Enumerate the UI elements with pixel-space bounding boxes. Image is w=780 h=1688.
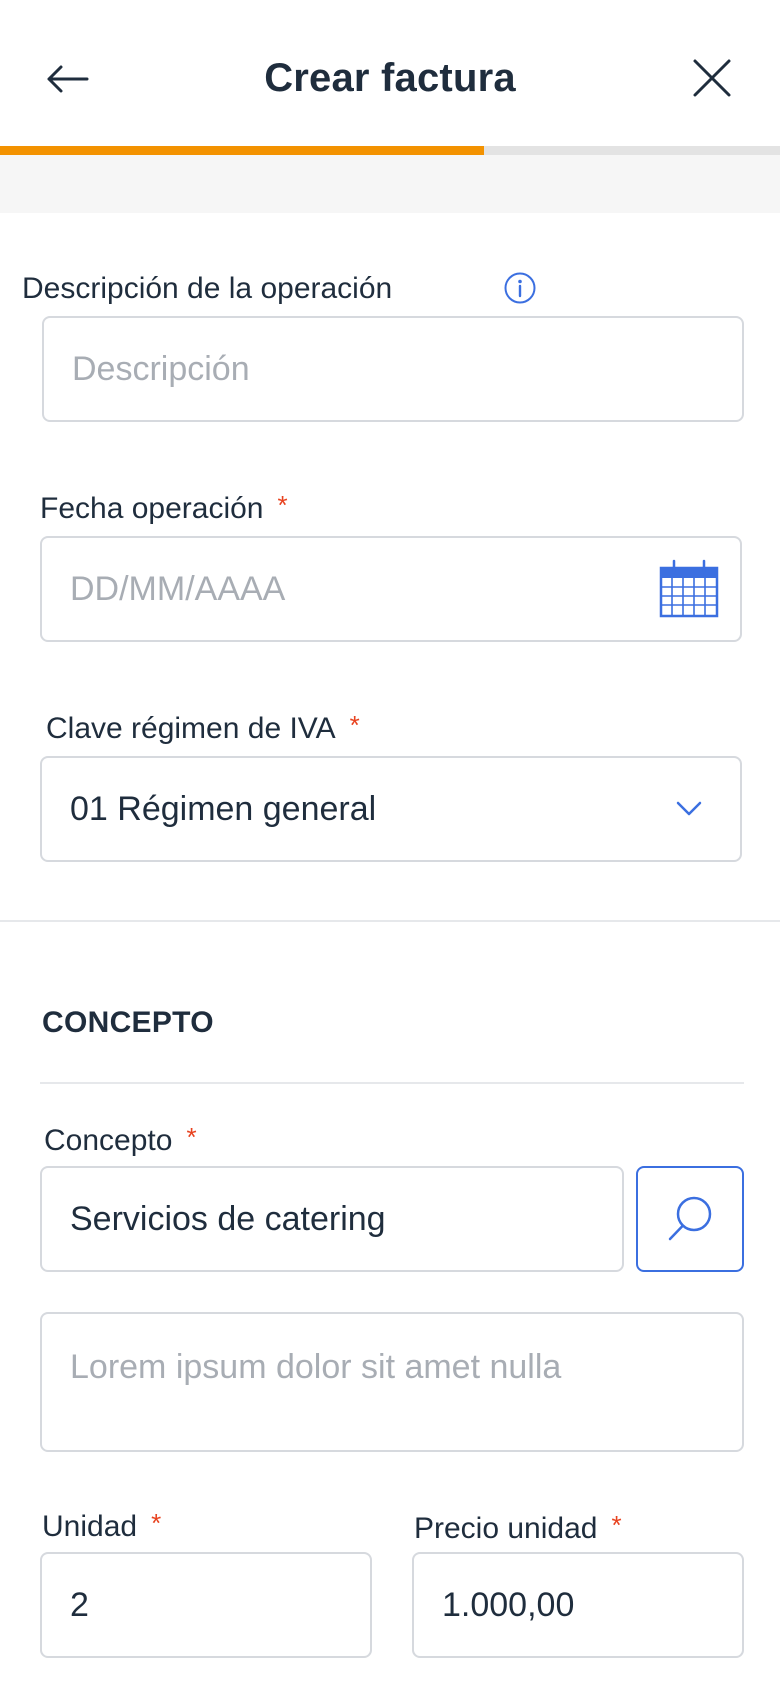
progress-bar	[0, 146, 780, 155]
concept-input[interactable]: Servicios de catering	[40, 1166, 624, 1272]
header-band	[0, 155, 780, 213]
close-icon	[693, 59, 731, 97]
close-button[interactable]	[684, 50, 740, 106]
search-icon	[668, 1196, 712, 1241]
concept-label: Concepto *	[44, 1122, 197, 1157]
concept-detail-input[interactable]: Lorem ipsum dolor sit amet nulla	[40, 1312, 744, 1452]
date-input[interactable]: DD/MM/AAAA	[40, 536, 742, 642]
description-label: Descripción de la operación	[22, 272, 393, 305]
description-input[interactable]: Descripción	[42, 316, 744, 422]
calendar-icon[interactable]	[658, 558, 720, 620]
price-label: Precio unidad *	[414, 1510, 622, 1545]
date-label: Fecha operación *	[40, 490, 288, 525]
section-title-concept: CONCEPTO	[42, 1006, 214, 1039]
app-header: Crear factura	[0, 0, 780, 148]
search-button[interactable]	[636, 1166, 744, 1272]
regime-select[interactable]: 01 Régimen general	[40, 756, 742, 862]
concept-divider	[40, 1082, 744, 1084]
unit-label: Unidad *	[42, 1508, 162, 1543]
section-divider	[0, 920, 780, 922]
progress-fill	[0, 146, 484, 155]
info-icon[interactable]	[503, 271, 537, 305]
page-title: Crear factura	[264, 56, 516, 100]
price-input[interactable]: 1.000,00	[412, 1552, 744, 1658]
chevron-down-icon	[676, 801, 702, 816]
unit-input[interactable]: 2	[40, 1552, 372, 1658]
regime-label: Clave régimen de IVA *	[46, 710, 360, 745]
